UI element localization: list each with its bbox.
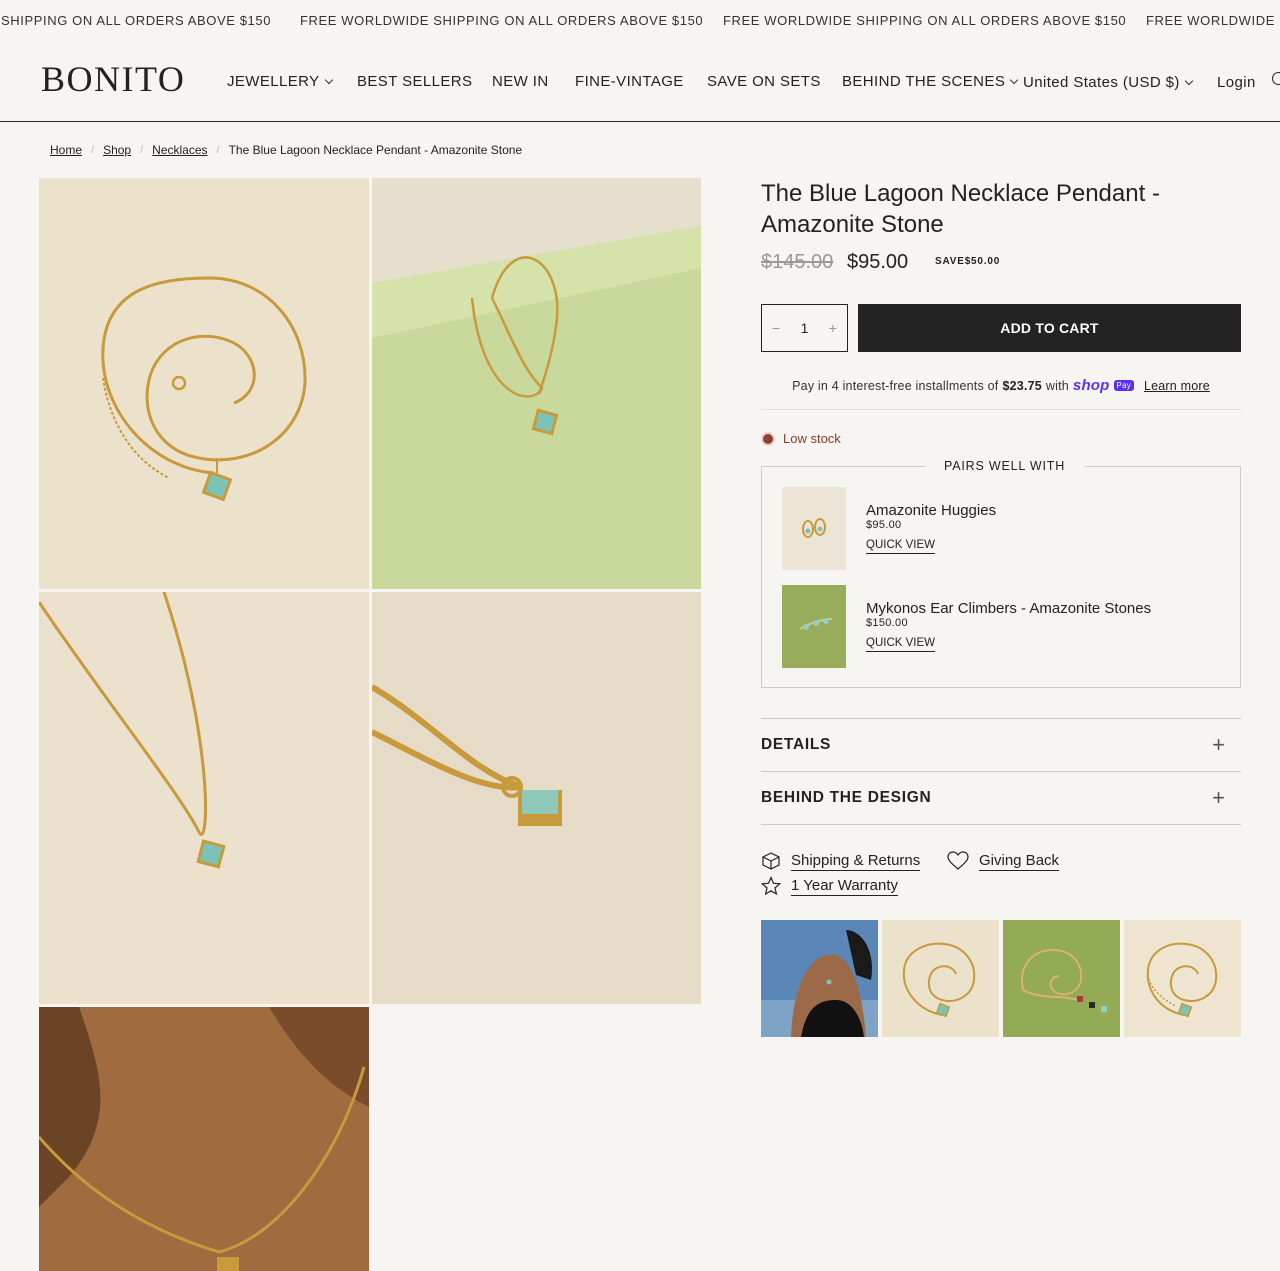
product-image-green-roll[interactable] bbox=[372, 178, 701, 589]
quick-view-button[interactable]: QUICK VIEW bbox=[866, 539, 936, 554]
announcement-message: SHIPPING ON ALL ORDERS ABOVE $150 bbox=[1, 13, 272, 28]
pair-item-name[interactable]: Mykonos Ear Climbers - Amazonite Stones bbox=[866, 600, 1151, 617]
breadcrumb-separator: / bbox=[140, 144, 144, 156]
pairs-title: PAIRS WELL WITH bbox=[925, 459, 1085, 473]
pair-item-image[interactable] bbox=[782, 585, 846, 668]
announcement-message: FREE WORLDWIDE S bbox=[1146, 13, 1280, 28]
login-label: Login bbox=[1217, 74, 1256, 91]
giving-back-link[interactable]: Giving Back bbox=[947, 851, 1060, 871]
chevron-down-icon bbox=[1184, 76, 1194, 85]
product-title: The Blue Lagoon Necklace Pendant - Amazo… bbox=[761, 180, 1160, 238]
nav-item-new-in[interactable]: NEW IN bbox=[492, 73, 549, 90]
currency-selector[interactable]: United States (USD $) bbox=[1023, 74, 1194, 91]
product-image-spiral[interactable] bbox=[39, 178, 369, 589]
add-to-cart-button[interactable]: ADD TO CART bbox=[858, 304, 1241, 352]
breadcrumb-current: The Blue Lagoon Necklace Pendant - Amazo… bbox=[228, 143, 523, 157]
product-image-model[interactable] bbox=[39, 1007, 369, 1271]
breadcrumb-necklaces[interactable]: Necklaces bbox=[152, 143, 207, 157]
nav-item-jewellery[interactable]: JEWELLERY bbox=[227, 73, 333, 90]
announcement-bar: SHIPPING ON ALL ORDERS ABOVE $150 FREE W… bbox=[0, 0, 1280, 42]
breadcrumb-separator: / bbox=[216, 144, 220, 156]
gallery-thumbnail[interactable] bbox=[761, 920, 878, 1037]
pair-item-name[interactable]: Amazonite Huggies bbox=[866, 502, 996, 519]
increase-quantity-button[interactable]: + bbox=[829, 320, 837, 336]
sale-price: $95.00 bbox=[847, 251, 909, 273]
pair-item-image[interactable] bbox=[782, 487, 846, 570]
currency-label: United States (USD $) bbox=[1023, 74, 1180, 91]
gallery-thumbnail[interactable] bbox=[1003, 920, 1120, 1037]
breadcrumb-shop[interactable]: Shop bbox=[103, 143, 131, 157]
divider bbox=[761, 409, 1241, 410]
shop-pay-logo: shop bbox=[1072, 377, 1110, 394]
star-icon bbox=[761, 876, 781, 896]
logo[interactable]: BONITO bbox=[41, 58, 185, 100]
decrease-quantity-button[interactable]: − bbox=[772, 320, 780, 336]
nav-label: JEWELLERY bbox=[227, 73, 320, 90]
chevron-down-icon bbox=[1009, 75, 1019, 84]
nav-label: SAVE ON SETS bbox=[707, 73, 821, 90]
search-icon[interactable] bbox=[1272, 72, 1280, 88]
plus-icon: + bbox=[1212, 785, 1225, 810]
feature-label: Giving Back bbox=[979, 851, 1060, 871]
announcement-message: FREE WORLDWIDE SHIPPING ON ALL ORDERS AB… bbox=[300, 13, 704, 28]
accordion-label: BEHIND THE DESIGN bbox=[761, 789, 932, 806]
installments-message: Pay in 4 interest-free installments of $… bbox=[761, 377, 1241, 394]
feature-label: Shipping & Returns bbox=[791, 851, 921, 871]
site-header: BONITO JEWELLERY BEST SELLERS NEW IN FIN… bbox=[0, 42, 1280, 122]
nav-label: NEW IN bbox=[492, 73, 549, 90]
box-icon bbox=[762, 852, 780, 870]
accordion-behind-the-design[interactable]: BEHIND THE DESIGN + bbox=[761, 772, 1241, 824]
installments-with: with bbox=[1045, 378, 1069, 393]
accordion-details[interactable]: DETAILS + bbox=[761, 719, 1241, 771]
breadcrumb-separator: / bbox=[91, 144, 95, 156]
stock-status: Low stock bbox=[763, 431, 841, 446]
nav-label: BEHIND THE SCENES bbox=[842, 73, 1006, 90]
shop-pay-badge: Pay bbox=[1113, 380, 1134, 391]
learn-more-link[interactable]: Learn more bbox=[1144, 379, 1210, 393]
heart-icon bbox=[947, 851, 969, 870]
stock-indicator-icon bbox=[763, 433, 773, 444]
product-image-closeup-2[interactable] bbox=[372, 592, 701, 1004]
compare-price: $145.00 bbox=[761, 251, 834, 273]
breadcrumb-home[interactable]: Home bbox=[50, 143, 82, 157]
product-image-closeup-1[interactable] bbox=[39, 592, 369, 1004]
warranty-link[interactable]: 1 Year Warranty bbox=[761, 876, 898, 896]
installments-amount: $23.75 bbox=[1002, 378, 1042, 393]
chevron-down-icon bbox=[324, 75, 333, 84]
nav-item-behind-the-scenes[interactable]: BEHIND THE SCENES bbox=[842, 73, 1019, 90]
plus-icon: + bbox=[1212, 732, 1225, 757]
nav-item-save-on-sets[interactable]: SAVE ON SETS bbox=[707, 73, 821, 90]
pairs-well-with: PAIRS WELL WITH Amazonite Huggies $95.00… bbox=[761, 459, 1241, 688]
quantity-stepper[interactable]: − 1 + bbox=[761, 304, 848, 352]
gallery-thumbnail[interactable] bbox=[1124, 920, 1241, 1037]
quick-view-button[interactable]: QUICK VIEW bbox=[866, 637, 936, 652]
shipping-returns-link[interactable]: Shipping & Returns bbox=[761, 851, 921, 871]
installments-text: Pay in 4 interest-free installments of bbox=[792, 378, 999, 393]
divider bbox=[761, 824, 1241, 825]
nav-label: FINE-VINTAGE bbox=[575, 73, 684, 90]
accordion-label: DETAILS bbox=[761, 736, 832, 753]
login-link[interactable]: Login bbox=[1217, 74, 1256, 91]
announcement-message: FREE WORLDWIDE SHIPPING ON ALL ORDERS AB… bbox=[723, 13, 1127, 28]
pair-item-price: $95.00 bbox=[866, 519, 902, 531]
breadcrumb: Home / Shop / Necklaces / The Blue Lagoo… bbox=[50, 143, 522, 157]
save-badge: SAVE$50.00 bbox=[935, 256, 1001, 267]
quantity-value[interactable]: 1 bbox=[801, 320, 809, 336]
stock-label: Low stock bbox=[783, 431, 841, 446]
nav-item-fine-vintage[interactable]: FINE-VINTAGE bbox=[575, 73, 684, 90]
nav-item-best-sellers[interactable]: BEST SELLERS bbox=[357, 73, 472, 90]
feature-label: 1 Year Warranty bbox=[791, 876, 898, 896]
nav-label: BEST SELLERS bbox=[357, 73, 473, 90]
gallery-thumbnail[interactable] bbox=[882, 920, 999, 1037]
pair-item-price: $150.00 bbox=[866, 617, 908, 629]
